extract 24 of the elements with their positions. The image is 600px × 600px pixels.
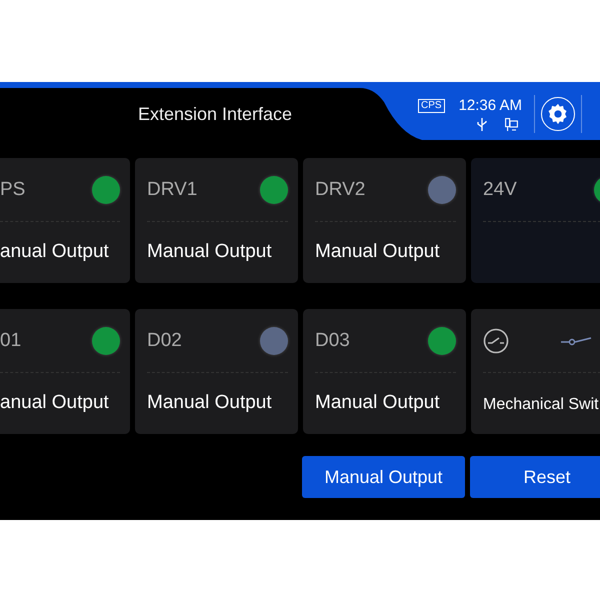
channel-label: DRV1 <box>147 178 198 200</box>
channel-label: 01 <box>0 330 22 352</box>
mode-label: anual Output <box>0 391 110 415</box>
settings-button[interactable] <box>540 97 575 131</box>
mode-label: anual Output <box>0 240 110 264</box>
switch-gauge-icon <box>483 328 509 354</box>
mode-label: Manual Output <box>315 240 441 264</box>
mode-label: Manual Output <box>147 391 273 415</box>
channel-label: DRV2 <box>315 178 366 200</box>
channel-label: 24V <box>483 178 517 200</box>
clock: 12:36 AM <box>458 97 522 114</box>
action-button[interactable]: Manual Output <box>302 456 465 498</box>
channel-label: D02 <box>147 330 182 352</box>
mode-label: Manual Output <box>147 240 273 264</box>
network-icon <box>504 118 518 131</box>
action-button[interactable]: Reset <box>470 456 600 498</box>
channel-label: PS <box>0 178 26 200</box>
settings-icon <box>546 103 569 125</box>
window-title: Extension Interface <box>138 104 292 124</box>
mode-label: Mechanical Swit <box>483 395 600 415</box>
usb-icon <box>476 118 487 131</box>
mode-label: Manual Output <box>315 391 441 415</box>
mode-badge: CPS <box>418 98 445 112</box>
channel-label: D03 <box>315 330 350 352</box>
